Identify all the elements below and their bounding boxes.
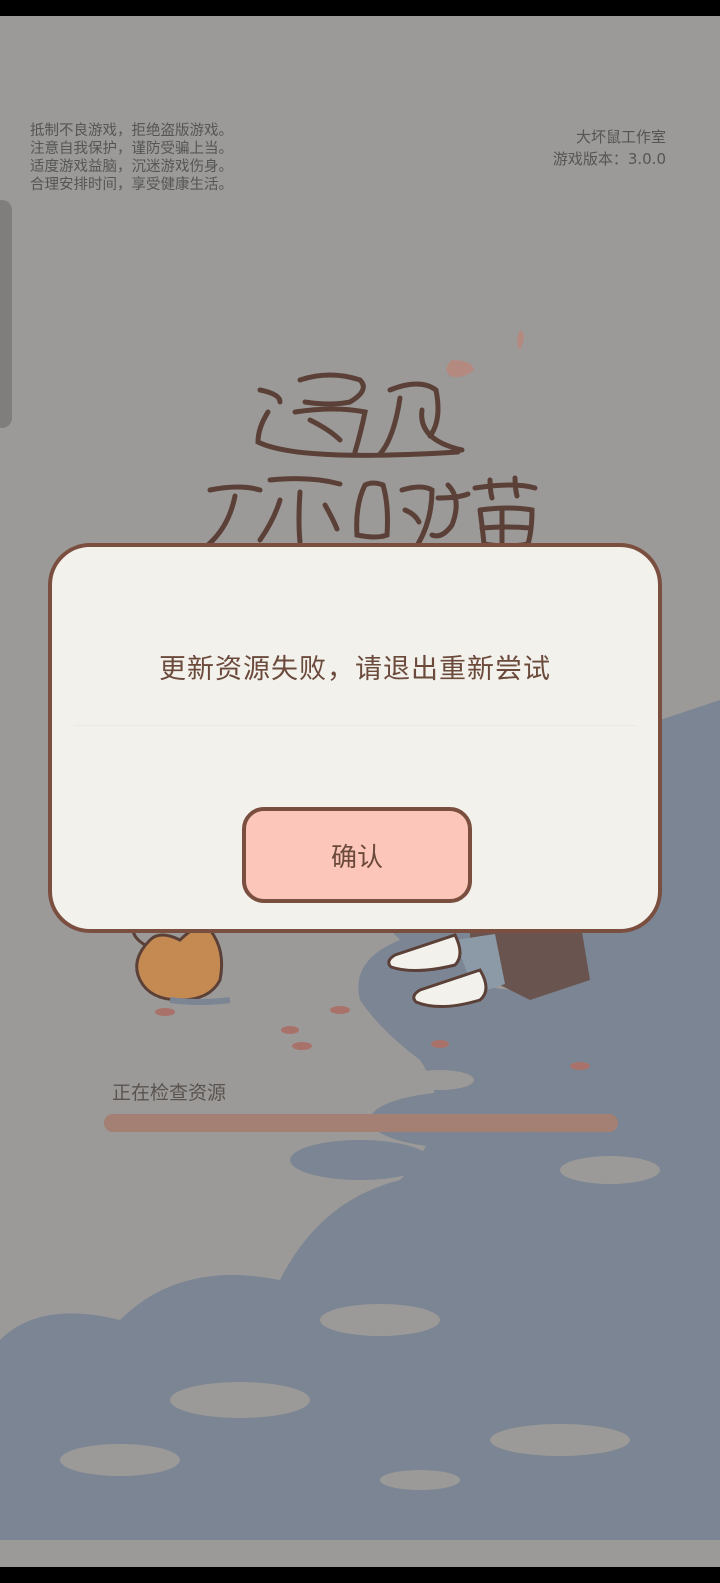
update-failed-dialog: 更新资源失败，请退出重新尝试 确认 [48, 543, 662, 933]
dialog-divider [74, 725, 636, 726]
dialog-message: 更新资源失败，请退出重新尝试 [159, 654, 551, 685]
game-screen: 抵制不良游戏，拒绝盗版游戏。 注意自我保护，谨防受骗上当。 适度游戏益脑，沉迷游… [0, 0, 720, 1583]
confirm-button[interactable]: 确认 [242, 807, 472, 903]
